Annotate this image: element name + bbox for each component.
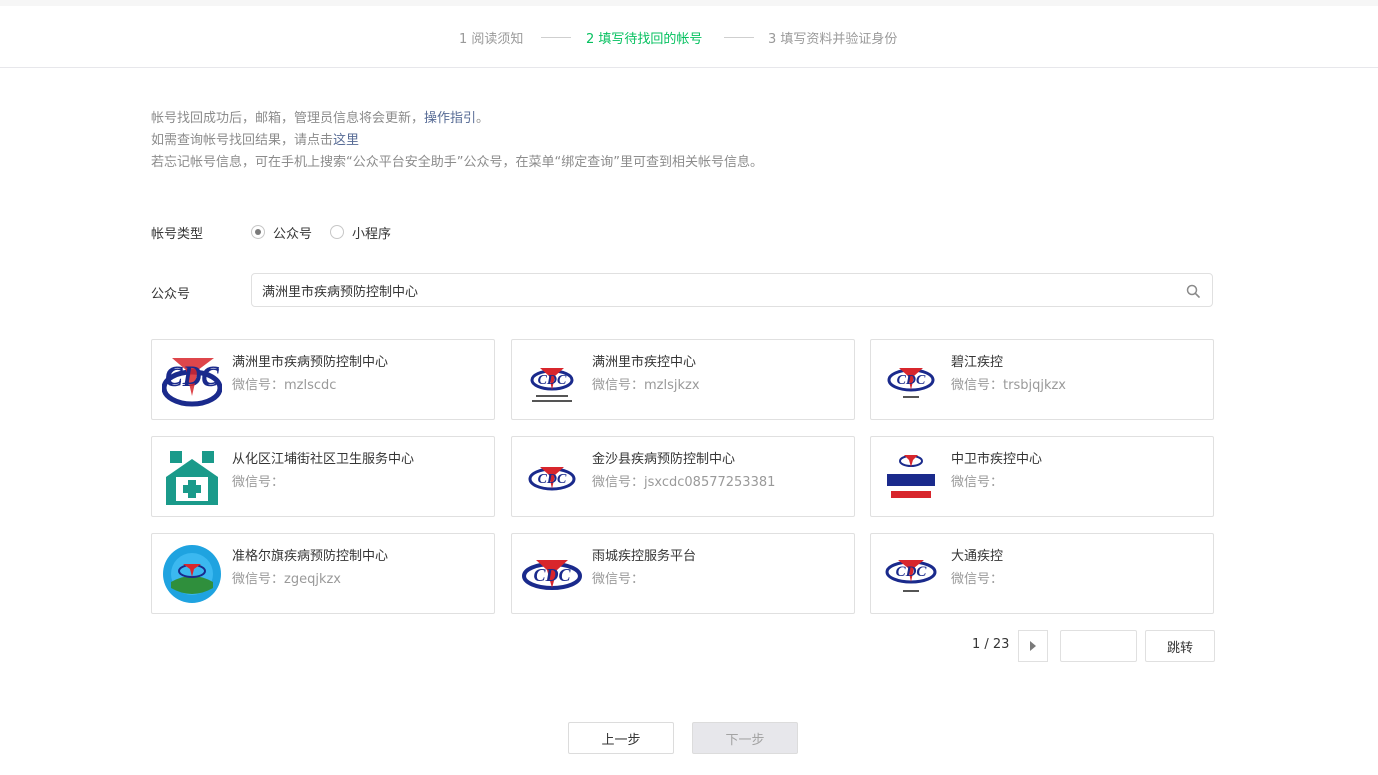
- account-name: 碧江疾控: [951, 355, 1004, 370]
- wechat-id: 微信号：: [592, 572, 645, 587]
- notice-text: 帐号找回成功后，邮箱，管理员信息将会更新，操作指引。 如需查询帐号找回结果，请点…: [151, 108, 763, 174]
- step-divider: [541, 37, 571, 38]
- result-card[interactable]: CDC 大通疾控 微信号：: [870, 533, 1214, 614]
- cdc-logo-large-icon: CDC CDC: [162, 358, 222, 407]
- account-name: 中卫市疾控中心: [951, 452, 1043, 467]
- operation-guide-link[interactable]: 操作指引: [424, 111, 476, 126]
- cdc-logo-small-icon: CDC: [887, 368, 935, 398]
- search-icon[interactable]: [1186, 284, 1200, 298]
- svg-text:CDC: CDC: [165, 361, 219, 390]
- wechat-id: 微信号：mzlsjkzx: [592, 378, 700, 393]
- wechat-id: 微信号：: [951, 572, 1004, 587]
- wechat-id: 微信号：mzlscdc: [232, 378, 337, 393]
- result-card[interactable]: CDC CDC 满洲里市疾病预防控制中心 微信号：mzlscdc: [151, 339, 495, 420]
- svg-text:CDC: CDC: [533, 565, 571, 585]
- step-3: 3 填写资料并验证身份: [768, 32, 898, 47]
- account-name: 满洲里市疾控中心: [592, 355, 697, 370]
- account-name: 金沙县疾病预防控制中心: [592, 452, 736, 467]
- account-name: 大通疾控: [951, 549, 1004, 564]
- search-label: 公众号: [151, 287, 191, 302]
- account-type-radio-group: 公众号 小程序: [251, 222, 409, 242]
- step-divider: [724, 37, 754, 38]
- account-type-label: 帐号类型: [151, 227, 204, 242]
- notice-line-3: 若忘记帐号信息，可在手机上搜索“公众平台安全助手”公众号，在菜单“绑定查询”里可…: [151, 155, 763, 170]
- wechat-id: 微信号：zgeqjkzx: [232, 572, 341, 587]
- result-card[interactable]: 准格尔旗疾病预防控制中心 微信号：zgeqjkzx: [151, 533, 495, 614]
- health-cert-logo-icon: [887, 455, 935, 498]
- step-2-active: 2 填写待找回的帐号: [586, 32, 703, 47]
- notice-line-1: 帐号找回成功后，邮箱，管理员信息将会更新，操作指引。: [151, 111, 490, 126]
- cdc-logo-small-icon: CDC: [528, 467, 576, 491]
- circle-badge-logo-icon: [163, 545, 221, 603]
- cdc-logo-small-icon: CDC: [885, 560, 937, 592]
- cdc-logo-small-icon: CDC: [530, 368, 574, 402]
- wechat-id: 微信号：: [951, 475, 1004, 490]
- next-page-button[interactable]: [1018, 630, 1048, 662]
- account-name: 准格尔旗疾病预防控制中心: [232, 549, 389, 564]
- page-count: 1 / 23: [972, 637, 1010, 652]
- account-name: 从化区江埔街社区卫生服务中心: [232, 452, 415, 467]
- result-card[interactable]: CDC 碧江疾控 微信号：trsbjqjkzx: [870, 339, 1214, 420]
- result-card[interactable]: CDC 满洲里市疾控中心 微信号：mzlsjkzx: [511, 339, 855, 420]
- health-house-icon: [166, 451, 218, 505]
- radio-button-checked[interactable]: [251, 225, 265, 239]
- radio-mini-program[interactable]: 小程序: [330, 223, 391, 242]
- cdc-logo-wide-icon: CDC: [522, 560, 582, 590]
- radio-official-account[interactable]: 公众号: [251, 223, 312, 242]
- page-jump-button[interactable]: 跳转: [1145, 630, 1215, 662]
- step-1: 1 阅读须知: [459, 32, 524, 47]
- step-indicator: 1 阅读须知 2 填写待找回的帐号 3 填写资料并验证身份: [0, 6, 1378, 68]
- query-result-link[interactable]: 这里: [333, 133, 359, 148]
- account-name: 雨城疾控服务平台: [592, 549, 697, 564]
- svg-text:CDC: CDC: [538, 472, 567, 487]
- caret-right-icon: [1030, 641, 1036, 651]
- result-card[interactable]: CDC 金沙县疾病预防控制中心 微信号：jsxcdc08577253381: [511, 436, 855, 517]
- wechat-id: 微信号：trsbjqjkzx: [951, 378, 1066, 393]
- result-card[interactable]: 从化区江埔街社区卫生服务中心 微信号：: [151, 436, 495, 517]
- radio-button[interactable]: [330, 225, 345, 239]
- search-input[interactable]: [252, 274, 1192, 306]
- result-card[interactable]: CDC 雨城疾控服务平台 微信号：: [511, 533, 855, 614]
- result-card[interactable]: 中卫市疾控中心 微信号：: [870, 436, 1214, 517]
- search-box: [251, 273, 1213, 307]
- svg-text:CDC: CDC: [897, 373, 926, 388]
- page-jump-input[interactable]: [1060, 630, 1137, 662]
- wechat-id: 微信号：: [232, 475, 285, 490]
- notice-line-2: 如需查询帐号找回结果，请点击这里: [151, 133, 360, 148]
- svg-text:CDC: CDC: [896, 564, 928, 580]
- prev-step-button[interactable]: 上一步: [568, 722, 674, 754]
- next-step-button-disabled[interactable]: 下一步: [692, 722, 798, 754]
- svg-text:CDC: CDC: [538, 373, 567, 388]
- wechat-id: 微信号：jsxcdc08577253381: [592, 475, 776, 490]
- account-name: 满洲里市疾病预防控制中心: [232, 355, 389, 370]
